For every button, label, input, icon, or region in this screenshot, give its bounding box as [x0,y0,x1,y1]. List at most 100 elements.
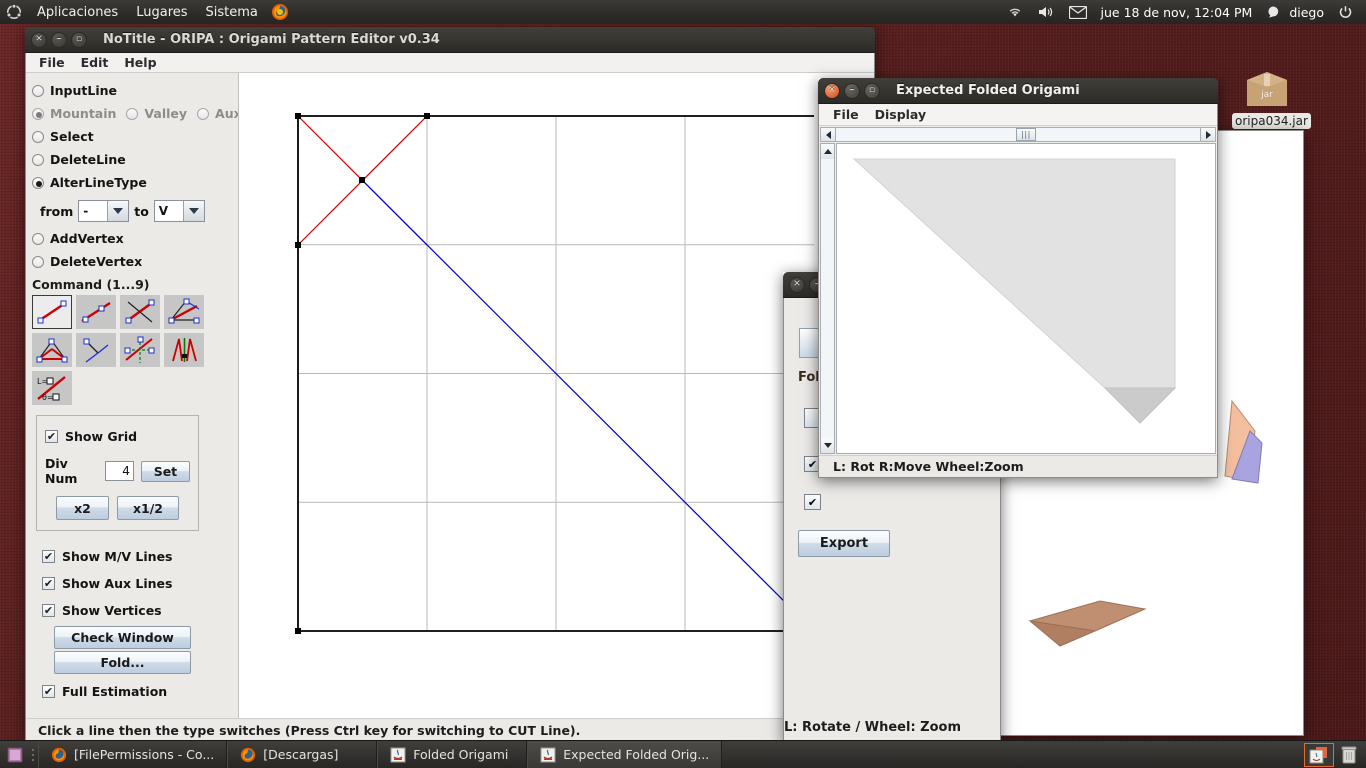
menu-file[interactable]: File [825,105,867,124]
checkbox-show-aux-lines[interactable]: ✔ Show Aux Lines [42,570,238,597]
wifi-icon[interactable] [1000,0,1030,24]
cmd-length-angle-icon[interactable]: L= θ= [32,371,72,405]
maximize-icon[interactable]: ▫ [71,31,87,48]
checkbox-indicator: ✔ [42,604,55,617]
radio-select[interactable]: Select [32,125,238,148]
close-icon[interactable]: ✕ [31,31,47,48]
expected-folded-origami-window[interactable]: ✕ – ▫ Expected Folded Origami File Displ… [818,78,1218,478]
menu-edit[interactable]: Edit [73,53,117,72]
check-window-button[interactable]: Check Window [54,626,191,649]
minimize-icon[interactable]: – [51,31,67,48]
checkbox-show-vertices[interactable]: ✔ Show Vertices [42,597,238,624]
radio-mountain[interactable]: Mountain [32,106,116,121]
taskbar-tray [1304,742,1366,767]
chevron-down-icon[interactable] [182,201,204,221]
taskbar-item-filepermissions[interactable]: [FilePermissions - Co... [38,740,228,768]
menu-aplicaciones[interactable]: Aplicaciones [28,5,127,20]
cmd-triangle-icon[interactable] [32,333,72,367]
radio-deletevertex[interactable]: DeleteVertex [32,250,238,273]
cmd-segment-icon[interactable] [32,295,72,329]
checkbox-label: Show M/V Lines [62,549,173,564]
hscroll-track[interactable]: ||| [836,128,1200,141]
menu-file[interactable]: File [31,53,73,72]
taskbar-item-descargas[interactable]: [Descargas] [227,740,378,768]
menu-help[interactable]: Help [116,53,164,72]
user-name[interactable]: diego [1282,0,1331,24]
close-icon[interactable]: ✕ [824,82,840,99]
menu-lugares[interactable]: Lugares [127,5,196,20]
crease-pattern-drawing [295,113,815,634]
radio-deleteline[interactable]: DeleteLine [32,148,238,171]
radio-aux[interactable]: Aux [197,106,242,121]
ubuntu-logo-icon[interactable] [0,4,28,20]
java-windows-icon[interactable] [1304,742,1334,767]
crease-pattern-canvas[interactable] [238,73,874,718]
folded-window-title: Expected Folded Origami [896,83,1080,98]
scroll-down-icon[interactable] [821,438,834,453]
oripa-window-buttons[interactable]: ✕ – ▫ [31,31,87,48]
radio-alterlinetype[interactable]: AlterLineType [32,171,238,194]
div-num-input[interactable]: 4 [104,461,134,481]
clock[interactable]: jue 18 de nov, 12:04 PM [1094,0,1260,24]
crease-line-valley [361,179,815,632]
checkbox-full-estimation[interactable]: ✔ Full Estimation [42,678,238,705]
grid-scale-buttons: x2 x1/2 [45,496,190,520]
taskbar-item-label: [FilePermissions - Co... [74,747,215,762]
close-icon[interactable]: ✕ [789,276,805,293]
trash-icon[interactable] [1340,745,1358,765]
radio-inputline[interactable]: InputLine [32,79,238,102]
fold-checkbox-3[interactable]: ✔ [804,494,821,510]
menu-display[interactable]: Display [867,105,935,124]
menu-sistema[interactable]: Sistema [197,5,267,20]
svg-text:θ=: θ= [42,393,54,402]
grid-xhalf-button[interactable]: x1/2 [117,496,179,520]
export-button[interactable]: Export [798,530,890,557]
folded-model-canvas[interactable] [836,143,1216,454]
div-num-row: Div Num 4 Set [45,456,190,486]
set-button[interactable]: Set [140,460,190,482]
grid-x2-button[interactable]: x2 [56,496,109,520]
folded-window-buttons[interactable]: ✕ – ▫ [824,82,880,99]
volume-icon[interactable] [1030,0,1062,24]
radio-indicator [32,107,44,120]
scroll-right-icon[interactable] [1200,128,1215,141]
oripa-main-window[interactable]: ✕ – ▫ NoTitle - ORIPA : Origami Pattern … [25,27,875,742]
radio-addvertex[interactable]: AddVertex [32,227,238,250]
view-options: ✔ Show M/V Lines ✔ Show Aux Lines ✔ Show… [42,543,238,705]
taskbar-item-folded-origami[interactable]: Folded Origami [377,740,528,768]
hscroll-thumb[interactable]: ||| [1016,128,1036,141]
folded-window-status: L: Rot R:Move Wheel:Zoom [819,455,1217,477]
folded-window-titlebar[interactable]: ✕ – ▫ Expected Folded Origami [818,78,1218,104]
horizontal-scrollbar[interactable]: ||| [820,127,1216,142]
checkbox-label: Show Grid [65,428,138,444]
taskbar-item-expected-folded-origami[interactable]: Expected Folded Orig... [527,740,723,768]
power-icon[interactable] [1331,0,1360,24]
cmd-angle-line-icon[interactable] [164,295,204,329]
checkbox-show-grid[interactable]: ✔ Show Grid [45,424,190,448]
maximize-icon[interactable]: ▫ [864,82,880,99]
vscroll-track[interactable] [821,159,834,438]
div-num-label: Div Num [45,456,78,486]
mail-icon[interactable] [1062,0,1094,24]
chevron-down-icon[interactable] [107,201,129,221]
cmd-symmetric-icon[interactable] [76,333,116,367]
scroll-up-icon[interactable] [821,144,834,159]
show-desktop-icon[interactable] [0,747,30,763]
firefox-icon[interactable] [267,3,293,21]
scroll-left-icon[interactable] [821,128,836,141]
vertical-scrollbar[interactable] [820,143,835,454]
cmd-mirror-copy-icon[interactable] [120,333,160,367]
cmd-perpendicular-bisector-icon[interactable] [120,295,160,329]
from-combobox[interactable]: - [78,200,130,222]
user-status-icon [1259,0,1282,24]
radio-valley[interactable]: Valley [126,106,187,121]
desktop-icon-oripa-jar[interactable]: jar oripa034.jar [1232,68,1311,129]
cmd-array-copy-icon[interactable] [164,333,204,367]
checkbox-show-mv-lines[interactable]: ✔ Show M/V Lines [42,543,238,570]
taskbar-handle[interactable] [30,741,38,768]
minimize-icon[interactable]: – [844,82,860,99]
to-combobox[interactable]: V [153,200,205,222]
fold-button[interactable]: Fold... [54,651,191,674]
cmd-segment-extend-icon[interactable] [76,295,116,329]
oripa-titlebar[interactable]: ✕ – ▫ NoTitle - ORIPA : Origami Pattern … [25,27,875,53]
